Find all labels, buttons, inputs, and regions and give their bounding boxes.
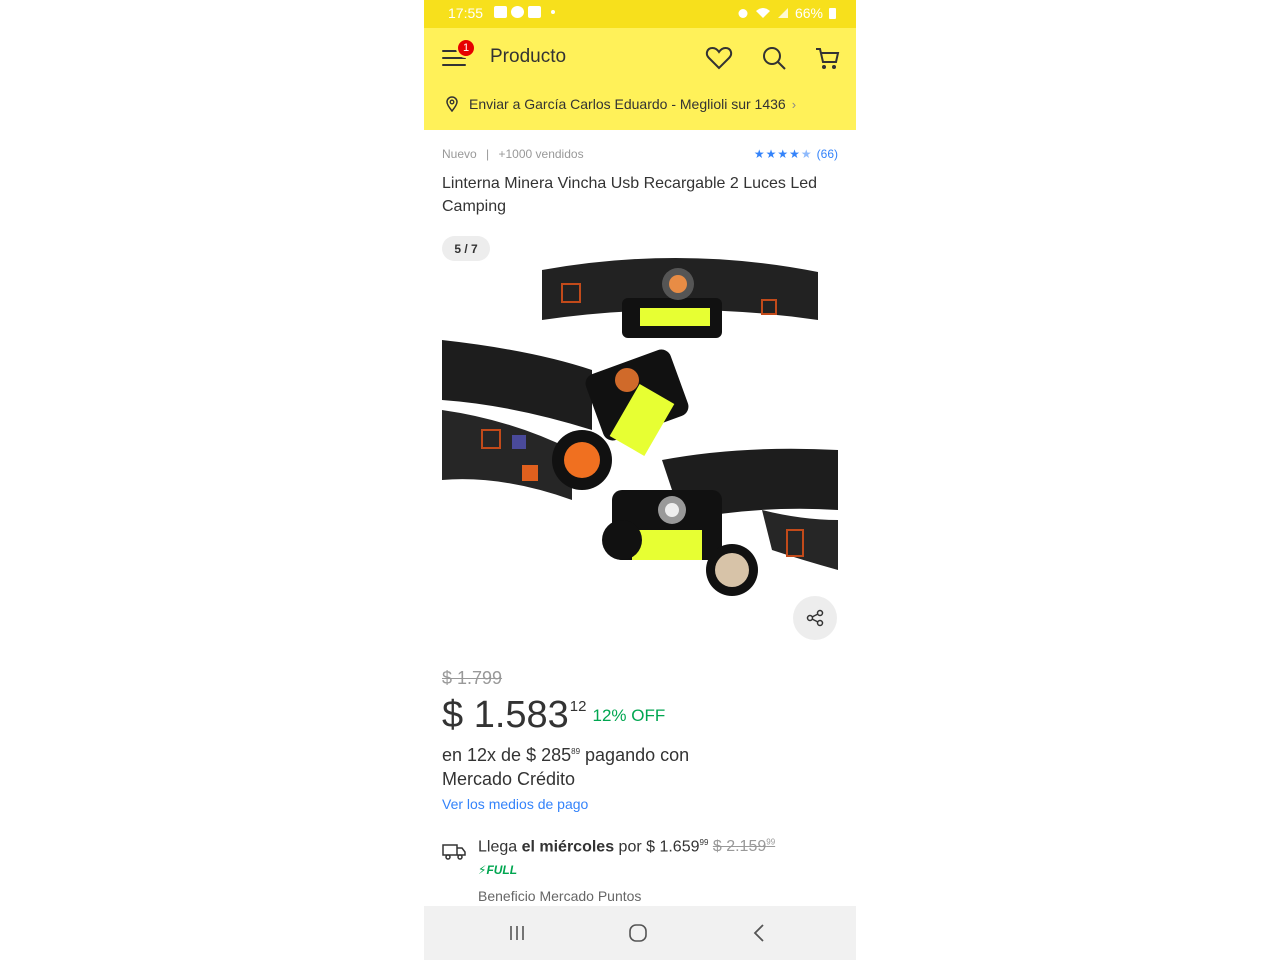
shipping-price-cents: 99 <box>699 838 709 847</box>
truck-icon <box>442 844 466 860</box>
system-status: 66% <box>737 5 836 21</box>
recent-apps-button[interactable] <box>502 920 532 946</box>
share-icon <box>806 609 824 627</box>
product-condition: Nuevo <box>442 147 477 161</box>
signal-icon <box>777 8 788 18</box>
shipping-by: por <box>614 838 647 856</box>
recent-apps-icon <box>510 926 524 940</box>
mercado-puntos-benefit: Beneficio Mercado Puntos <box>478 888 642 904</box>
product-sold-count: +1000 vendidos <box>498 147 584 161</box>
system-navigation-bar <box>424 906 856 960</box>
shipping-old-price-amount: $ 2.159 <box>712 838 767 856</box>
shipping-old-price: $ 2.15999 <box>713 838 775 855</box>
current-price: $ 1.583 12 12% OFF <box>442 692 665 738</box>
status-time: 17:55 <box>448 5 484 21</box>
cart-icon[interactable] <box>813 44 841 72</box>
delivery-address-text: Enviar a García Carlos Eduardo - Megliol… <box>469 96 786 112</box>
phone-screen: 17:55 66% 1 Producto Enviar a García Car… <box>424 0 856 960</box>
image-counter: 5 / 7 <box>442 236 490 261</box>
original-price: $ 1.799 <box>442 668 503 688</box>
rating-count: (66) <box>816 147 838 161</box>
shipping-day: el miércoles <box>521 838 615 856</box>
page-title: Producto <box>490 46 567 67</box>
alarm-icon <box>738 9 748 18</box>
product-image[interactable] <box>442 250 838 630</box>
rating-summary[interactable]: ★★★★★ (66) <box>754 147 838 161</box>
battery-percent: 66% <box>794 5 823 21</box>
meta-separator: | <box>486 147 490 161</box>
shipping-price: $ 1.659 <box>646 838 700 856</box>
full-badge-label: FULL <box>486 863 518 877</box>
notification-icons <box>494 6 555 18</box>
shipping-text: Llega el miércoles por $ 1.65999 $ 2.159… <box>478 838 775 856</box>
favorite-heart-icon[interactable] <box>705 44 733 72</box>
installments-info: en 12x de $ 28589 pagando con Mercado Cr… <box>442 740 742 791</box>
chevron-right-icon: › <box>791 96 797 112</box>
status-bar: 17:55 66% <box>424 0 856 28</box>
discount-label: 12% OFF <box>592 706 666 725</box>
messenger-notification-icon <box>511 6 524 18</box>
installments-prefix: en 12x de $ 285 <box>442 745 572 765</box>
battery-icon <box>829 7 836 19</box>
full-badge: ⚡FULL <box>478 863 517 877</box>
product-meta: Nuevo | +1000 vendidos ★★★★★ (66) <box>442 147 838 163</box>
installments-cents: 89 <box>571 747 581 756</box>
payment-methods-link[interactable]: Ver los medios de pago <box>442 796 588 812</box>
delivery-address-bar[interactable]: Enviar a García Carlos Eduardo - Megliol… <box>424 90 856 118</box>
wifi-icon <box>755 8 770 18</box>
app-header: 1 Producto Enviar a García Carlos Eduard… <box>424 28 856 130</box>
notification-badge: 1 <box>456 38 476 58</box>
current-price-amount: $ 1.583 <box>442 694 569 736</box>
back-button[interactable] <box>744 920 774 946</box>
search-icon[interactable] <box>760 44 788 72</box>
product-title: Linterna Minera Vincha Usb Recargable 2 … <box>442 175 818 215</box>
location-pin-icon <box>446 96 458 112</box>
current-price-cents: 12 <box>569 698 587 715</box>
gallery-notification-icon <box>494 6 507 18</box>
rating-stars-icon: ★★★★★ <box>753 147 813 161</box>
home-icon <box>629 924 647 942</box>
shipping-old-price-cents: 99 <box>766 838 776 847</box>
shipping-prefix: Llega <box>478 838 522 856</box>
youtube-notification-icon <box>528 6 541 18</box>
more-notifications-icon <box>551 10 555 14</box>
back-chevron-icon <box>753 924 764 942</box>
home-button[interactable] <box>623 920 653 946</box>
hamburger-icon-bar <box>442 64 466 66</box>
share-button[interactable] <box>793 596 837 640</box>
